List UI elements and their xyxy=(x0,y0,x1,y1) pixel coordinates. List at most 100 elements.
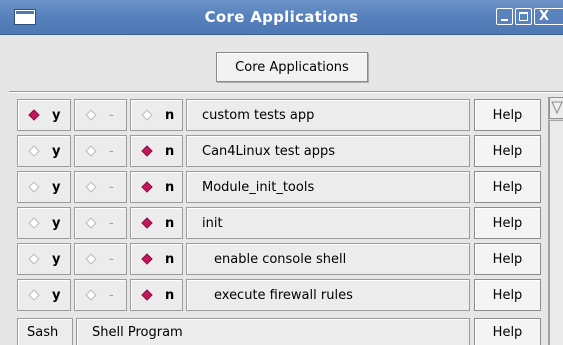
close-icon: X xyxy=(539,9,550,24)
radio-selected-icon xyxy=(28,109,40,121)
option-name-label: enable console shell xyxy=(214,252,347,267)
scroll-up-icon xyxy=(551,101,563,115)
core-applications-button[interactable]: Core Applications xyxy=(216,52,368,82)
radio-unselected-icon xyxy=(28,145,40,157)
radio-unselected-icon xyxy=(85,217,97,229)
help-button[interactable]: Help xyxy=(474,207,541,239)
radio-module[interactable]: - xyxy=(74,207,127,239)
help-button[interactable]: Help xyxy=(474,279,541,311)
radio-no[interactable]: n xyxy=(130,279,183,311)
radio-selected-icon xyxy=(141,253,153,265)
window-title: Core Applications xyxy=(204,8,359,26)
radio-module[interactable]: - xyxy=(74,135,127,167)
radio-yes[interactable]: y xyxy=(17,279,71,311)
choice-label: Sash xyxy=(27,325,59,340)
radio-no[interactable]: n xyxy=(130,207,183,239)
radio-yes[interactable]: y xyxy=(17,243,71,275)
option-name: Can4Linux test apps xyxy=(186,135,470,167)
radio-label: n xyxy=(165,144,175,159)
option-name-label: Shell Program xyxy=(92,325,183,340)
radio-no[interactable]: n xyxy=(130,99,183,131)
option-name: Module_init_tools xyxy=(186,171,470,203)
maximize-icon xyxy=(519,12,528,21)
minimize-button[interactable] xyxy=(496,8,513,25)
radio-unselected-icon xyxy=(28,289,40,301)
option-row: y - n Module_init_tools Help xyxy=(0,171,563,207)
help-button[interactable]: Help xyxy=(474,318,541,345)
radio-selected-icon xyxy=(141,181,153,193)
radio-label: - xyxy=(109,288,114,303)
option-row: y - n execute firewall rules Help xyxy=(0,279,563,315)
help-button[interactable]: Help xyxy=(474,99,541,131)
radio-label: - xyxy=(109,108,114,123)
scroll-up-button[interactable] xyxy=(549,97,563,119)
radio-label: n xyxy=(165,288,175,303)
scroll-thumb[interactable] xyxy=(549,120,563,345)
option-row: y - n Can4Linux test apps Help xyxy=(0,135,563,171)
radio-label: n xyxy=(165,252,175,267)
radio-label: y xyxy=(52,144,61,159)
radio-label: y xyxy=(52,108,61,123)
radio-unselected-icon xyxy=(85,181,97,193)
separator-highlight xyxy=(9,92,563,93)
radio-no[interactable]: n xyxy=(130,243,183,275)
option-name: custom tests app xyxy=(186,99,470,131)
option-name: enable console shell xyxy=(186,243,470,275)
option-name-label: init xyxy=(202,216,223,231)
radio-module[interactable]: - xyxy=(74,279,127,311)
option-row: y - n enable console shell Help xyxy=(0,243,563,279)
radio-unselected-icon xyxy=(28,181,40,193)
radio-unselected-icon xyxy=(28,253,40,265)
radio-selected-icon xyxy=(141,289,153,301)
option-name-label: custom tests app xyxy=(202,108,315,123)
help-button[interactable]: Help xyxy=(474,243,541,275)
radio-label: y xyxy=(52,216,61,231)
option-name: init xyxy=(186,207,470,239)
radio-label: n xyxy=(165,216,175,231)
choice-button[interactable]: Sash xyxy=(17,318,73,345)
radio-no[interactable]: n xyxy=(130,171,183,203)
radio-label: y xyxy=(52,252,61,267)
radio-label: n xyxy=(165,108,175,123)
radio-module[interactable]: - xyxy=(74,99,127,131)
radio-no[interactable]: n xyxy=(130,135,183,167)
radio-module[interactable]: - xyxy=(74,171,127,203)
help-label: Help xyxy=(492,325,523,340)
radio-label: y xyxy=(52,180,61,195)
radio-label: - xyxy=(109,144,114,159)
radio-module[interactable]: - xyxy=(74,243,127,275)
help-label: Help xyxy=(492,180,523,195)
help-label: Help xyxy=(492,144,523,159)
radio-label: n xyxy=(165,180,175,195)
radio-unselected-icon xyxy=(28,217,40,229)
radio-yes[interactable]: y xyxy=(17,171,71,203)
radio-unselected-icon xyxy=(141,109,153,121)
radio-unselected-icon xyxy=(85,253,97,265)
help-button[interactable]: Help xyxy=(474,135,541,167)
help-label: Help xyxy=(492,216,523,231)
radio-label: - xyxy=(109,180,114,195)
radio-yes[interactable]: y xyxy=(17,135,71,167)
radio-yes[interactable]: y xyxy=(17,207,71,239)
option-name: Shell Program xyxy=(76,318,470,345)
option-name: execute firewall rules xyxy=(186,279,470,311)
close-button[interactable]: X xyxy=(534,8,563,25)
radio-selected-icon xyxy=(141,145,153,157)
radio-unselected-icon xyxy=(85,109,97,121)
help-label: Help xyxy=(492,108,523,123)
radio-label: y xyxy=(52,288,61,303)
option-name-label: Module_init_tools xyxy=(202,180,315,195)
help-button[interactable]: Help xyxy=(474,171,541,203)
title-bar: Core Applications X xyxy=(0,0,563,35)
minimize-icon xyxy=(501,19,508,21)
maximize-button[interactable] xyxy=(515,8,532,25)
option-name-label: execute firewall rules xyxy=(214,288,353,303)
radio-unselected-icon xyxy=(85,145,97,157)
radio-yes[interactable]: y xyxy=(17,99,71,131)
radio-unselected-icon xyxy=(85,289,97,301)
help-label: Help xyxy=(492,288,523,303)
radio-label: - xyxy=(109,216,114,231)
radio-selected-icon xyxy=(141,217,153,229)
option-row: y - n init Help xyxy=(0,207,563,243)
help-label: Help xyxy=(492,252,523,267)
